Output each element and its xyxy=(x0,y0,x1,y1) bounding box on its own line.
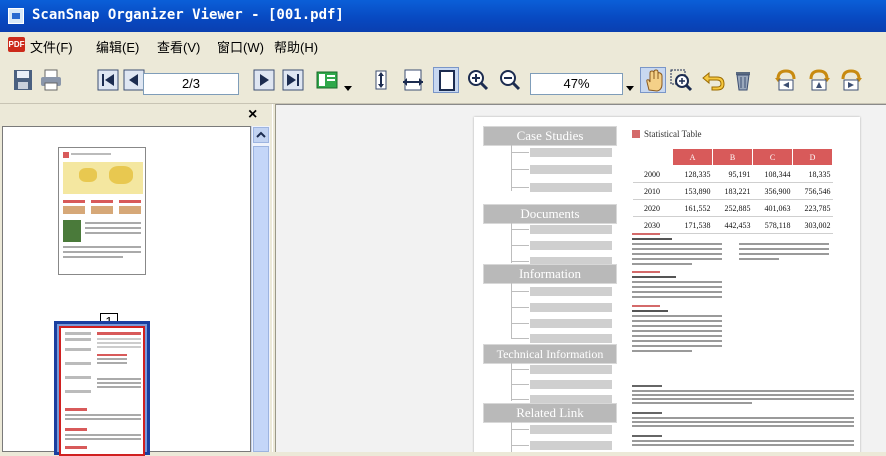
menu-bar: PDF 文件(F) 编辑(E) 查看(V) 窗口(W) 帮助(H) xyxy=(0,32,886,57)
first-page-icon[interactable] xyxy=(95,67,121,93)
thumbnail-pane: × 1 xyxy=(0,104,272,456)
chevron-down-icon[interactable] xyxy=(344,86,352,92)
table-row: 2020 161,552 252,885 401,063 223,785 xyxy=(632,199,833,217)
save-icon[interactable] xyxy=(10,67,36,93)
rotate-180-icon[interactable] xyxy=(806,67,832,93)
chevron-up-icon xyxy=(256,131,266,138)
page-number-input[interactable]: 2/3 xyxy=(143,73,239,95)
app-icon xyxy=(8,8,24,24)
red-square-icon xyxy=(632,130,640,138)
zoom-area-icon[interactable] xyxy=(668,67,694,93)
zoom-level-input[interactable]: 47% xyxy=(530,73,623,95)
zoom-dropdown-icon[interactable] xyxy=(626,86,634,92)
pdf-icon: PDF xyxy=(8,37,25,52)
thumbnail-scrollbar[interactable] xyxy=(251,126,270,452)
zoom-in-icon[interactable] xyxy=(465,67,491,93)
column-header: C xyxy=(752,148,793,166)
title-bar[interactable]: ScanSnap Organizer Viewer - [001.pdf] xyxy=(0,0,886,32)
column-header: B xyxy=(712,148,753,166)
rotate-left-icon[interactable] xyxy=(773,67,799,93)
rotate-right-icon[interactable] xyxy=(838,67,864,93)
scroll-thumb[interactable] xyxy=(253,146,269,452)
print-icon[interactable] xyxy=(38,67,64,93)
stat-table-title: Statistical Table xyxy=(632,129,701,139)
thumbnail-list[interactable]: 1 xyxy=(2,126,251,456)
next-page-icon[interactable] xyxy=(251,67,277,93)
scroll-up-button[interactable] xyxy=(253,127,269,143)
menu-file[interactable]: 文件(F) xyxy=(30,37,73,56)
document-page: Case Studies Documents Information Techn… xyxy=(474,117,860,452)
thumbnail-page-2[interactable] xyxy=(59,326,145,456)
trash-icon[interactable] xyxy=(730,67,756,93)
menu-view[interactable]: 查看(V) xyxy=(157,37,200,56)
nav-box-documents: Documents xyxy=(483,204,617,224)
table-row: 2010 153,890 183,221 356,900 756,546 xyxy=(632,182,833,200)
nav-box-related-link: Related Link xyxy=(483,403,617,423)
zoom-out-icon[interactable] xyxy=(497,67,523,93)
table-row: 2030 171,538 442,453 578,118 303,002 xyxy=(632,216,833,234)
thumbnail-selection[interactable] xyxy=(54,321,150,456)
document-viewer[interactable]: Case Studies Documents Information Techn… xyxy=(276,104,886,452)
fit-height-icon[interactable] xyxy=(368,67,394,93)
table-row: 2000 128,335 95,191 108,344 18,335 xyxy=(632,165,833,183)
close-icon[interactable]: × xyxy=(248,106,257,124)
thumbnail-view-icon[interactable] xyxy=(314,67,340,93)
menu-window[interactable]: 窗口(W) xyxy=(217,37,264,56)
nav-box-case-studies: Case Studies xyxy=(483,126,617,146)
hand-tool-icon[interactable] xyxy=(640,67,666,93)
toolbar: 2/3 47% xyxy=(0,57,886,104)
nav-box-technical-information: Technical Information xyxy=(483,344,617,364)
menu-edit[interactable]: 编辑(E) xyxy=(96,37,139,56)
column-header: A xyxy=(672,148,713,166)
menu-help[interactable]: 帮助(H) xyxy=(274,37,318,56)
window-title: ScanSnap Organizer Viewer - [001.pdf] xyxy=(32,7,344,23)
last-page-icon[interactable] xyxy=(280,67,306,93)
undo-icon[interactable] xyxy=(700,67,726,93)
column-header: D xyxy=(792,148,833,166)
fit-width-icon[interactable] xyxy=(400,67,426,93)
statistical-table: A B C D 2000 128,335 95,191 108,344 18,335 … xyxy=(632,148,833,234)
nav-box-information: Information xyxy=(483,264,617,284)
thumbnail-page-1[interactable] xyxy=(58,147,146,275)
fit-page-icon[interactable] xyxy=(433,67,459,93)
